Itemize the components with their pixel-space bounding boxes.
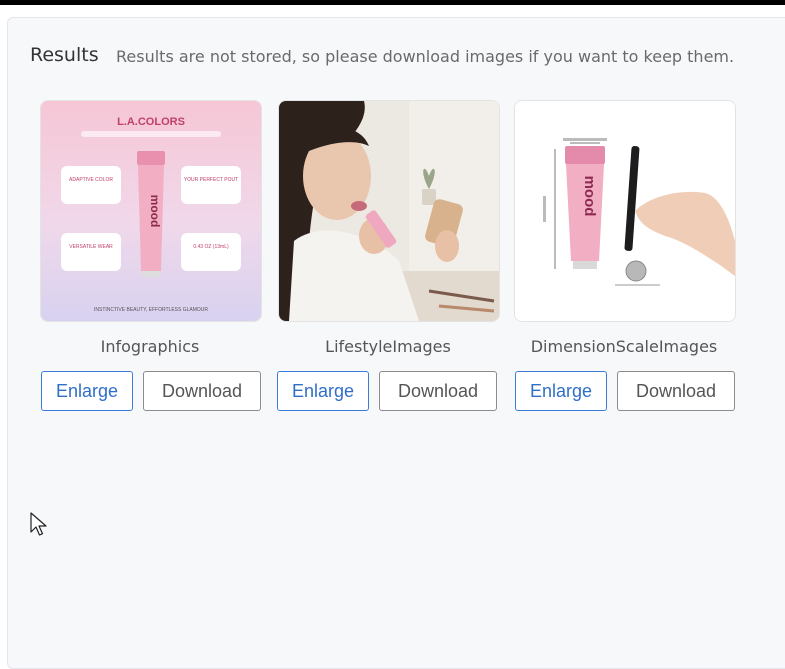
feature-label: 0.43 OZ (13mL) [193, 244, 229, 250]
feature-label: ADAPTIVE COLOR [69, 177, 113, 183]
dimension-illustration: mood [515, 101, 735, 321]
result-card-lifestyle [278, 100, 500, 322]
download-button-lifestyle[interactable]: Download [379, 371, 497, 411]
download-button-infographics[interactable]: Download [143, 371, 261, 411]
lifestyle-illustration [279, 101, 499, 321]
caption-dimension: DimensionScaleImages [530, 337, 718, 356]
enlarge-button-dimension[interactable]: Enlarge [515, 371, 607, 411]
enlarge-button-lifestyle[interactable]: Enlarge [277, 371, 369, 411]
results-note: Results are not stored, so please downlo… [116, 47, 735, 66]
feature-box [61, 233, 121, 271]
mouse-pointer-icon [30, 512, 48, 542]
infographics-image[interactable]: L.A.COLORS ADAPTIVE COLOR YOUR PERFECT P… [40, 100, 262, 322]
download-button-dimension[interactable]: Download [617, 371, 735, 411]
result-card-infographics: L.A.COLORS ADAPTIVE COLOR YOUR PERFECT P… [40, 100, 262, 322]
feature-box [61, 166, 121, 204]
brand-text: L.A.COLORS [117, 116, 185, 128]
feature-box [181, 233, 241, 271]
feature-label: YOUR PERFECT POUT [184, 177, 238, 183]
result-card-dimension: mood [514, 100, 736, 322]
product-name-text: mood [581, 176, 598, 217]
enlarge-button-infographics[interactable]: Enlarge [41, 371, 133, 411]
top-edge-bar [0, 0, 785, 5]
caption-infographics: Infographics [100, 337, 200, 356]
feature-label: VERSATILE WEAR [69, 244, 113, 250]
tagline-text: INSTINCTIVE BEAUTY, EFFORTLESS GLAMOUR [94, 307, 208, 313]
infographics-illustration: L.A.COLORS ADAPTIVE COLOR YOUR PERFECT P… [41, 101, 261, 321]
dimension-image[interactable]: mood [514, 100, 736, 322]
caption-lifestyle: LifestyleImages [325, 337, 451, 356]
product-name-text: mood [148, 195, 162, 228]
feature-box [181, 166, 241, 204]
results-title: Results [30, 44, 99, 66]
lifestyle-image[interactable] [278, 100, 500, 322]
